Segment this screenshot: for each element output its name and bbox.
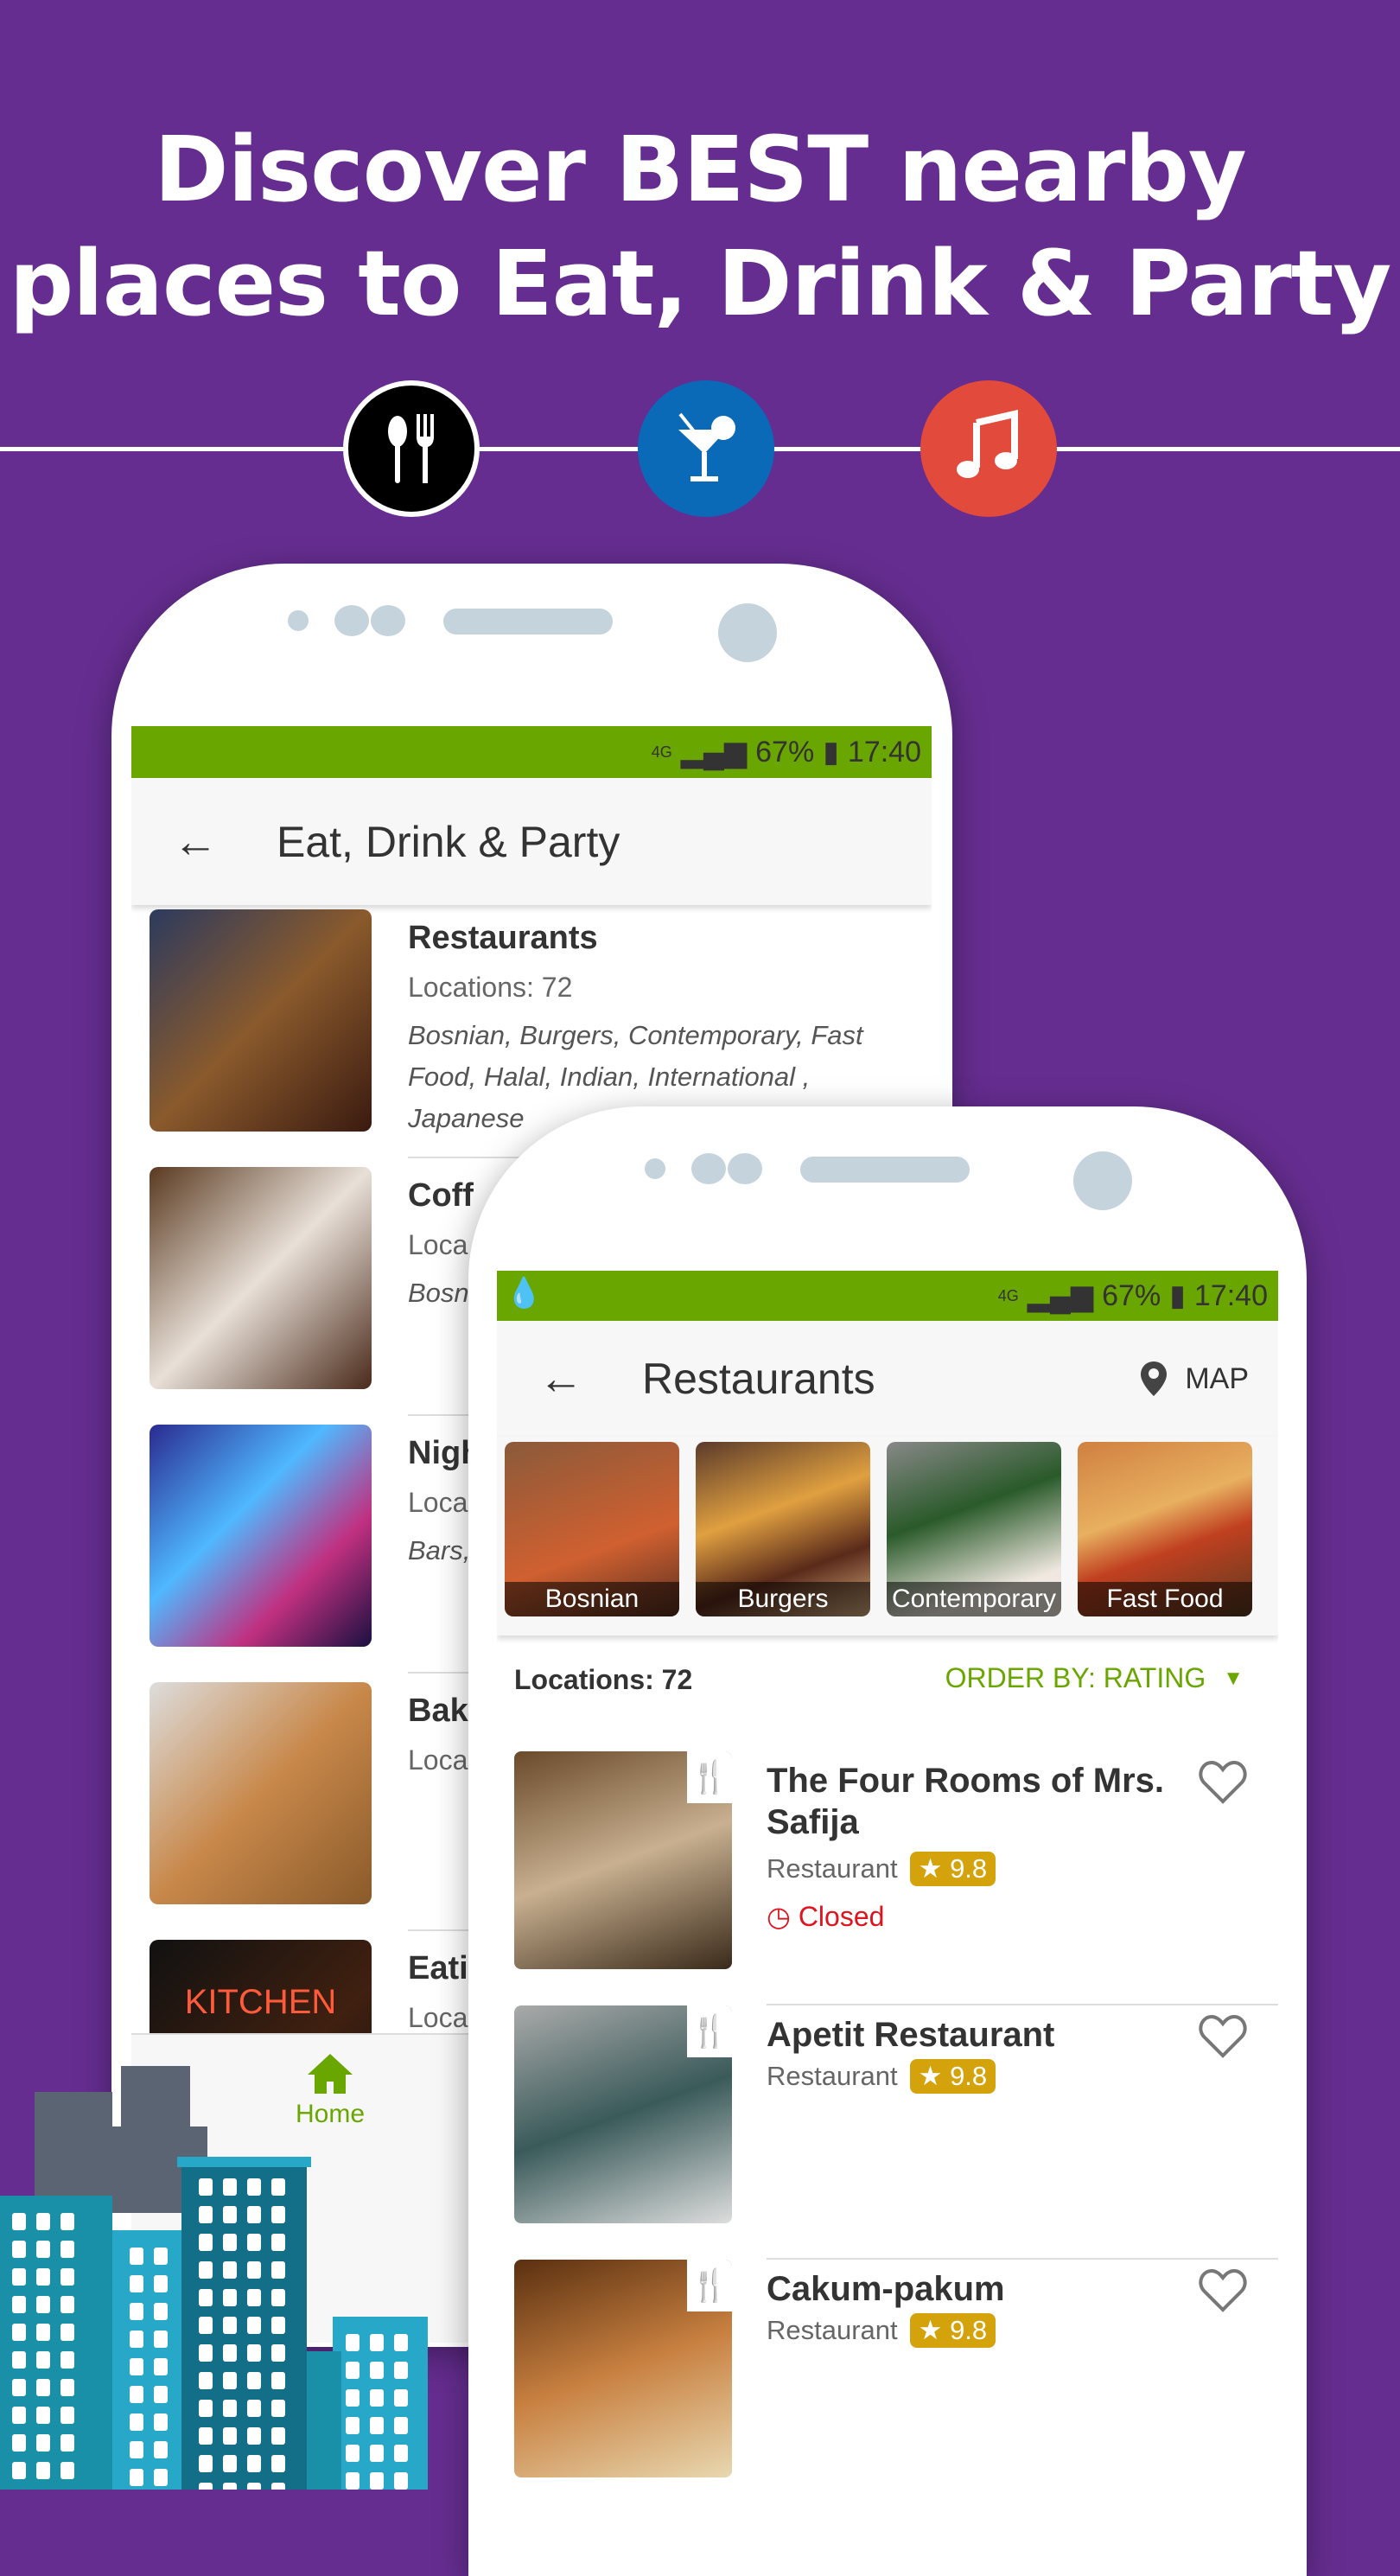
category-tile[interactable]: Contemporary bbox=[887, 1442, 1061, 1616]
music-note-icon bbox=[920, 380, 1057, 517]
headline: Discover BEST nearby places to Eat, Drin… bbox=[9, 117, 1392, 336]
category-image bbox=[150, 1425, 372, 1647]
back-arrow-icon[interactable]: ← bbox=[538, 1353, 642, 1405]
star-icon: ★ bbox=[918, 1853, 943, 1884]
restaurant-item[interactable]: 🍴 The Four Rooms of Mrs. Safija Restaura… bbox=[497, 1751, 1278, 2005]
restaurant-image: 🍴 bbox=[514, 2005, 732, 2223]
battery-icon: ▮ bbox=[1169, 1279, 1186, 1312]
category-tile[interactable]: Burgers bbox=[696, 1442, 870, 1616]
rating-badge: ★ 9.8 bbox=[909, 1852, 996, 1886]
app-bar: ← Eat, Drink & Party bbox=[131, 778, 932, 905]
category-tile[interactable]: Fast Food bbox=[1078, 1442, 1252, 1616]
category-image bbox=[150, 1167, 372, 1389]
rating-badge: ★ 9.8 bbox=[909, 2313, 996, 2348]
city-buildings-illustration bbox=[0, 2066, 428, 2490]
dropdown-arrow-icon: ▼ bbox=[1223, 1666, 1244, 1690]
map-pin-icon bbox=[1141, 1361, 1168, 1396]
fork-spoon-icon bbox=[343, 380, 480, 517]
clock-icon: ◷ bbox=[767, 1901, 791, 1932]
star-icon: ★ bbox=[918, 2315, 943, 2345]
fork-knife-icon: 🍴 bbox=[687, 2260, 732, 2311]
status-bar: 💧 4G ▂▄▆ 67% ▮ 17:40 bbox=[497, 1271, 1278, 1321]
map-button[interactable]: MAP bbox=[1138, 1360, 1249, 1398]
back-arrow-icon[interactable]: ← bbox=[173, 816, 277, 868]
restaurant-image: 🍴 bbox=[514, 1751, 732, 1969]
category-image bbox=[150, 909, 372, 1132]
rating-badge: ★ 9.8 bbox=[909, 2059, 996, 2094]
status-bar: 4G ▂▄▆ 67% ▮ 17:40 bbox=[131, 726, 932, 778]
fork-knife-icon: 🍴 bbox=[687, 2005, 732, 2057]
favorite-heart-icon[interactable] bbox=[1199, 2268, 1247, 2313]
favorite-heart-icon[interactable] bbox=[1199, 2014, 1247, 2059]
category-tile[interactable]: Bosnian bbox=[505, 1442, 679, 1616]
restaurant-image: 🍴 bbox=[514, 2260, 732, 2477]
star-icon: ★ bbox=[918, 2061, 943, 2091]
camera bbox=[718, 603, 777, 662]
battery-icon: ▮ bbox=[823, 736, 839, 768]
locations-count: Locations: 72 bbox=[514, 1664, 693, 1695]
data-saver-icon: 💧 bbox=[506, 1277, 543, 1310]
restaurant-item[interactable]: 🍴 Cakum-pakum Restaurant ★ 9.8 bbox=[497, 2260, 1278, 2490]
signal-icon: ▂▄▆ bbox=[1027, 1279, 1094, 1312]
open-status: ◷ Closed bbox=[767, 1901, 885, 1932]
restaurant-item[interactable]: 🍴 Apetit Restaurant Restaurant ★ 9.8 bbox=[497, 2005, 1278, 2260]
fork-knife-icon: 🍴 bbox=[687, 1751, 732, 1803]
order-by-dropdown[interactable]: ORDER BY: RATING ▼ bbox=[945, 1662, 1244, 1694]
signal-icon: ▂▄▆ bbox=[680, 736, 748, 768]
app-bar: ← Restaurants MAP bbox=[497, 1321, 1278, 1437]
favorite-heart-icon[interactable] bbox=[1199, 1760, 1247, 1805]
cocktail-icon bbox=[638, 380, 774, 517]
category-image bbox=[150, 1682, 372, 1904]
